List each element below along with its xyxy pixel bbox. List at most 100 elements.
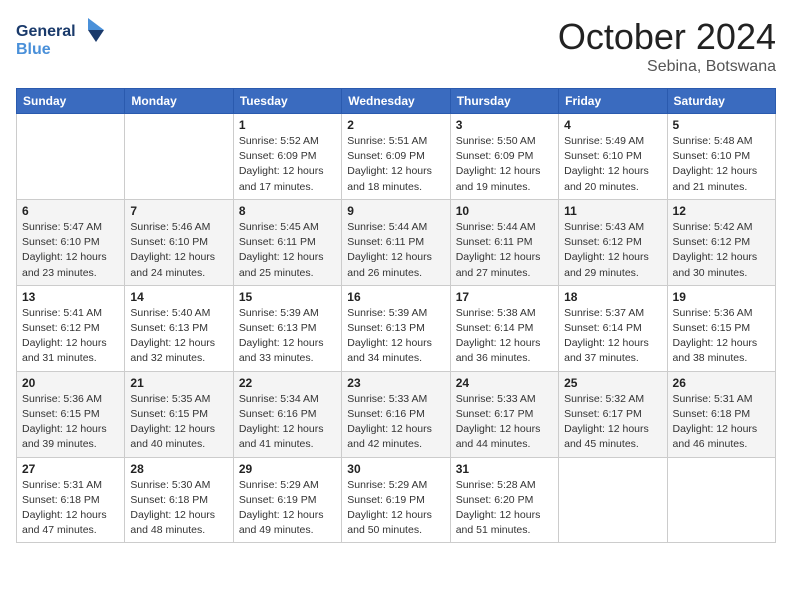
day-number: 1 [239,118,336,132]
day-info: Sunrise: 5:51 AM Sunset: 6:09 PM Dayligh… [347,134,444,195]
day-number: 10 [456,204,553,218]
day-info: Sunrise: 5:41 AM Sunset: 6:12 PM Dayligh… [22,306,119,367]
calendar-cell: 8Sunrise: 5:45 AM Sunset: 6:11 PM Daylig… [233,199,341,285]
calendar-week-row: 1 Sunrise: 5:52 AM Sunset: 6:09 PM Daylig… [17,114,776,200]
calendar-cell: 23Sunrise: 5:33 AM Sunset: 6:16 PM Dayli… [342,371,450,457]
calendar-cell: 15 Sunrise: 5:39 AM Sunset: 6:13 PM Dayli… [233,285,341,371]
weekday-header-row: SundayMondayTuesdayWednesdayThursdayFrid… [17,89,776,114]
day-info: Sunrise: 5:46 AM Sunset: 6:10 PM Dayligh… [130,220,227,281]
calendar-cell: 19 Sunrise: 5:36 AM Sunset: 6:15 PM Dayli… [667,285,775,371]
logo: General Blue [16,16,106,60]
calendar-cell: 10 Sunrise: 5:44 AM Sunset: 6:11 PM Dayli… [450,199,558,285]
month-title: October 2024 [558,16,776,58]
day-number: 28 [130,462,227,476]
day-number: 19 [673,290,770,304]
day-number: 26 [673,376,770,390]
logo-icon: General Blue [16,16,106,60]
day-number: 3 [456,118,553,132]
day-info: Sunrise: 5:33 AM Sunset: 6:17 PM Dayligh… [456,392,553,453]
calendar-cell [17,114,125,200]
calendar-cell [125,114,233,200]
day-number: 7 [130,204,227,218]
calendar-cell: 25 Sunrise: 5:32 AM Sunset: 6:17 PM Dayli… [559,371,667,457]
calendar-week-row: 20Sunrise: 5:36 AM Sunset: 6:15 PM Dayli… [17,371,776,457]
day-number: 9 [347,204,444,218]
page-header: General Blue October 2024 Sebina, Botswa… [16,16,776,76]
day-info: Sunrise: 5:40 AM Sunset: 6:13 PM Dayligh… [130,306,227,367]
day-number: 5 [673,118,770,132]
calendar-cell: 7 Sunrise: 5:46 AM Sunset: 6:10 PM Daylig… [125,199,233,285]
day-info: Sunrise: 5:28 AM Sunset: 6:20 PM Dayligh… [456,478,553,539]
weekday-header-saturday: Saturday [667,89,775,114]
day-number: 24 [456,376,553,390]
day-info: Sunrise: 5:32 AM Sunset: 6:17 PM Dayligh… [564,392,661,453]
day-info: Sunrise: 5:43 AM Sunset: 6:12 PM Dayligh… [564,220,661,281]
title-block: October 2024 Sebina, Botswana [558,16,776,76]
day-info: Sunrise: 5:39 AM Sunset: 6:13 PM Dayligh… [347,306,444,367]
calendar-cell: 2 Sunrise: 5:51 AM Sunset: 6:09 PM Daylig… [342,114,450,200]
calendar-cell: 24 Sunrise: 5:33 AM Sunset: 6:17 PM Dayli… [450,371,558,457]
calendar-cell: 21 Sunrise: 5:35 AM Sunset: 6:15 PM Dayli… [125,371,233,457]
weekday-header-sunday: Sunday [17,89,125,114]
day-info: Sunrise: 5:36 AM Sunset: 6:15 PM Dayligh… [673,306,770,367]
calendar-cell: 16 Sunrise: 5:39 AM Sunset: 6:13 PM Dayli… [342,285,450,371]
calendar-table: SundayMondayTuesdayWednesdayThursdayFrid… [16,88,776,543]
day-info: Sunrise: 5:39 AM Sunset: 6:13 PM Dayligh… [239,306,336,367]
day-number: 20 [22,376,119,390]
day-number: 2 [347,118,444,132]
calendar-week-row: 6Sunrise: 5:47 AM Sunset: 6:10 PM Daylig… [17,199,776,285]
day-info: Sunrise: 5:37 AM Sunset: 6:14 PM Dayligh… [564,306,661,367]
calendar-cell: 11 Sunrise: 5:43 AM Sunset: 6:12 PM Dayli… [559,199,667,285]
weekday-header-monday: Monday [125,89,233,114]
calendar-cell: 13 Sunrise: 5:41 AM Sunset: 6:12 PM Dayli… [17,285,125,371]
calendar-cell: 30Sunrise: 5:29 AM Sunset: 6:19 PM Dayli… [342,457,450,543]
calendar-week-row: 13 Sunrise: 5:41 AM Sunset: 6:12 PM Dayli… [17,285,776,371]
day-info: Sunrise: 5:50 AM Sunset: 6:09 PM Dayligh… [456,134,553,195]
calendar-cell: 20Sunrise: 5:36 AM Sunset: 6:15 PM Dayli… [17,371,125,457]
day-info: Sunrise: 5:44 AM Sunset: 6:11 PM Dayligh… [347,220,444,281]
weekday-header-wednesday: Wednesday [342,89,450,114]
calendar-cell: 3 Sunrise: 5:50 AM Sunset: 6:09 PM Daylig… [450,114,558,200]
day-info: Sunrise: 5:30 AM Sunset: 6:18 PM Dayligh… [130,478,227,539]
day-number: 14 [130,290,227,304]
calendar-cell [667,457,775,543]
day-number: 29 [239,462,336,476]
day-info: Sunrise: 5:52 AM Sunset: 6:09 PM Dayligh… [239,134,336,195]
day-number: 12 [673,204,770,218]
day-info: Sunrise: 5:35 AM Sunset: 6:15 PM Dayligh… [130,392,227,453]
day-number: 11 [564,204,661,218]
calendar-cell: 6Sunrise: 5:47 AM Sunset: 6:10 PM Daylig… [17,199,125,285]
day-number: 22 [239,376,336,390]
day-info: Sunrise: 5:48 AM Sunset: 6:10 PM Dayligh… [673,134,770,195]
calendar-cell: 4Sunrise: 5:49 AM Sunset: 6:10 PM Daylig… [559,114,667,200]
day-number: 15 [239,290,336,304]
location: Sebina, Botswana [558,58,776,76]
calendar-cell: 5 Sunrise: 5:48 AM Sunset: 6:10 PM Daylig… [667,114,775,200]
weekday-header-tuesday: Tuesday [233,89,341,114]
day-number: 13 [22,290,119,304]
calendar-cell: 18 Sunrise: 5:37 AM Sunset: 6:14 PM Dayli… [559,285,667,371]
day-number: 21 [130,376,227,390]
day-info: Sunrise: 5:31 AM Sunset: 6:18 PM Dayligh… [22,478,119,539]
calendar-cell: 22 Sunrise: 5:34 AM Sunset: 6:16 PM Dayli… [233,371,341,457]
day-number: 17 [456,290,553,304]
day-number: 16 [347,290,444,304]
calendar-cell: 9 Sunrise: 5:44 AM Sunset: 6:11 PM Daylig… [342,199,450,285]
day-info: Sunrise: 5:29 AM Sunset: 6:19 PM Dayligh… [347,478,444,539]
calendar-cell: 14 Sunrise: 5:40 AM Sunset: 6:13 PM Dayli… [125,285,233,371]
day-number: 18 [564,290,661,304]
calendar-cell: 17 Sunrise: 5:38 AM Sunset: 6:14 PM Dayli… [450,285,558,371]
day-number: 31 [456,462,553,476]
day-info: Sunrise: 5:34 AM Sunset: 6:16 PM Dayligh… [239,392,336,453]
calendar-cell: 1 Sunrise: 5:52 AM Sunset: 6:09 PM Daylig… [233,114,341,200]
calendar-cell: 31 Sunrise: 5:28 AM Sunset: 6:20 PM Dayli… [450,457,558,543]
day-number: 4 [564,118,661,132]
day-info: Sunrise: 5:38 AM Sunset: 6:14 PM Dayligh… [456,306,553,367]
day-number: 27 [22,462,119,476]
calendar-cell [559,457,667,543]
day-info: Sunrise: 5:31 AM Sunset: 6:18 PM Dayligh… [673,392,770,453]
day-number: 25 [564,376,661,390]
calendar-cell: 28 Sunrise: 5:30 AM Sunset: 6:18 PM Dayli… [125,457,233,543]
day-info: Sunrise: 5:44 AM Sunset: 6:11 PM Dayligh… [456,220,553,281]
svg-text:Blue: Blue [16,41,51,58]
